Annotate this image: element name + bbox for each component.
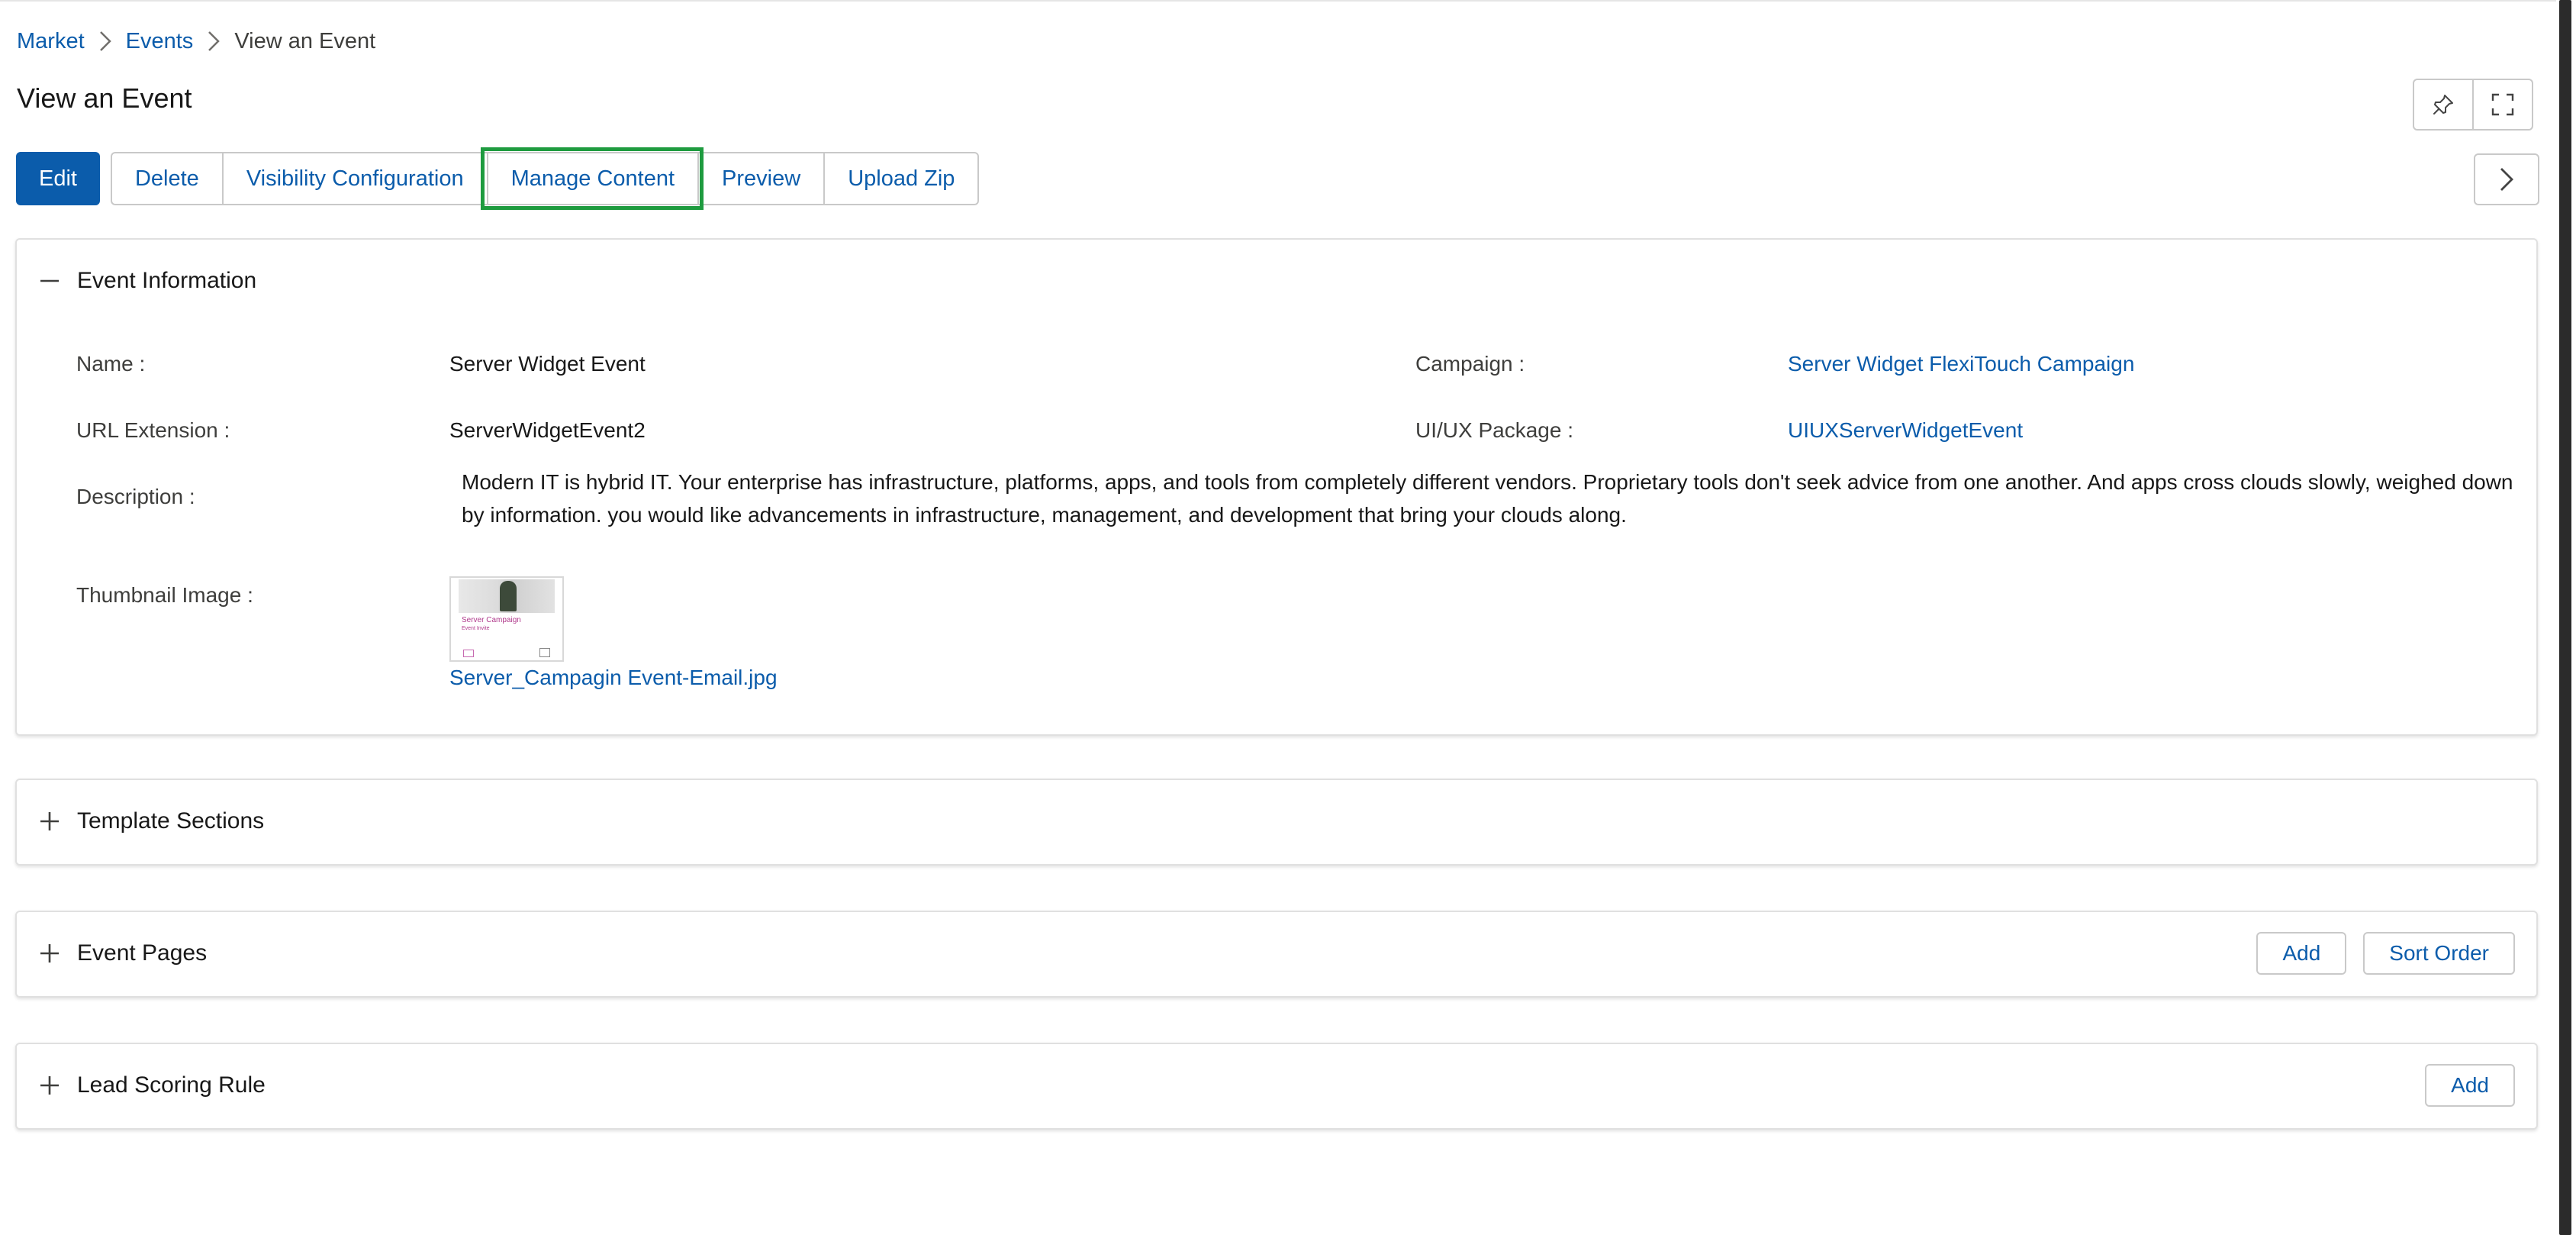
thumbnail-image[interactable]: Server Campaign Event Invite [449, 576, 564, 662]
thumbnail-label: Thumbnail Image : [76, 583, 253, 607]
upload-zip-button[interactable]: Upload Zip [823, 153, 978, 204]
section-title[interactable]: Lead Scoring Rule [77, 1072, 266, 1098]
uiux-package-link[interactable]: UIUXServerWidgetEvent [1788, 418, 2023, 443]
manage-content-button[interactable]: Manage Content [480, 147, 704, 210]
scrollbar-thumb[interactable] [2559, 0, 2571, 1235]
chevron-right-icon [2500, 168, 2513, 191]
expand-icon [2491, 93, 2514, 116]
breadcrumb: Market Events View an Event [17, 26, 375, 56]
event-pages-section: Event Pages Add Sort Order [15, 911, 2538, 998]
collapse-icon[interactable] [38, 269, 61, 292]
description-label: Description : [76, 485, 195, 508]
breadcrumb-events[interactable]: Events [126, 29, 194, 54]
campaign-label: Campaign : [1415, 352, 1525, 376]
fullscreen-button[interactable] [2472, 80, 2532, 129]
thumbnail-caption: Server Campaign [462, 616, 521, 624]
chevron-right-icon [85, 30, 126, 53]
name-value: Server Widget Event [449, 352, 646, 376]
delete-button[interactable]: Delete [111, 153, 222, 204]
campaign-link[interactable]: Server Widget FlexiTouch Campaign [1788, 352, 2134, 376]
next-button[interactable] [2474, 153, 2539, 205]
top-divider [0, 0, 2556, 2]
visibility-configuration-button[interactable]: Visibility Configuration [221, 153, 487, 204]
lead-scoring-actions: Add [2425, 1064, 2515, 1107]
expand-plus-icon[interactable] [38, 1074, 61, 1097]
chevron-right-icon [193, 30, 234, 53]
thumbnail-subcaption: Event Invite [462, 626, 490, 631]
event-pages-header[interactable]: Event Pages Add Sort Order [17, 912, 2536, 995]
breadcrumb-market[interactable]: Market [17, 29, 85, 54]
template-sections-section: Template Sections [15, 779, 2538, 866]
thumbnail-file-link[interactable]: Server_Campagin Event-Email.jpg [449, 666, 778, 690]
lead-scoring-header[interactable]: Lead Scoring Rule Add [17, 1044, 2536, 1127]
section-title[interactable]: Event Information [77, 268, 256, 294]
url-extension-value: ServerWidgetEvent2 [449, 418, 646, 442]
breadcrumb-current: View an Event [234, 28, 376, 53]
uiux-package-label: UI/UX Package : [1415, 418, 1573, 442]
expand-plus-icon[interactable] [38, 942, 61, 965]
section-title[interactable]: Event Pages [77, 940, 207, 966]
sort-order-button[interactable]: Sort Order [2363, 932, 2515, 975]
action-toolbar: Edit Delete Visibility Configuration Man… [16, 147, 980, 210]
preview-button[interactable]: Preview [697, 153, 824, 204]
event-information-section: Event Information Name : Server Widget E… [15, 238, 2538, 736]
section-title[interactable]: Template Sections [77, 808, 264, 834]
add-lead-scoring-rule-button[interactable]: Add [2425, 1064, 2515, 1107]
url-extension-label: URL Extension : [76, 418, 230, 442]
pin-button[interactable] [2414, 80, 2472, 129]
name-label: Name : [76, 352, 146, 376]
add-event-page-button[interactable]: Add [2256, 932, 2347, 975]
view-controls [2413, 79, 2533, 131]
event-pages-actions: Add Sort Order [2256, 932, 2515, 975]
pin-icon [2433, 95, 2453, 114]
template-sections-header[interactable]: Template Sections [17, 780, 2536, 863]
event-information-header[interactable]: Event Information [17, 240, 2536, 322]
lead-scoring-section: Lead Scoring Rule Add [15, 1043, 2538, 1130]
description-value: Modern IT is hybrid IT. Your enterprise … [462, 470, 2513, 527]
action-button-group: Delete Visibility Configuration Manage C… [110, 147, 980, 210]
expand-plus-icon[interactable] [38, 810, 61, 833]
edit-button[interactable]: Edit [16, 152, 100, 205]
page-title: View an Event [17, 82, 192, 114]
scrollbar[interactable] [2556, 0, 2576, 1235]
